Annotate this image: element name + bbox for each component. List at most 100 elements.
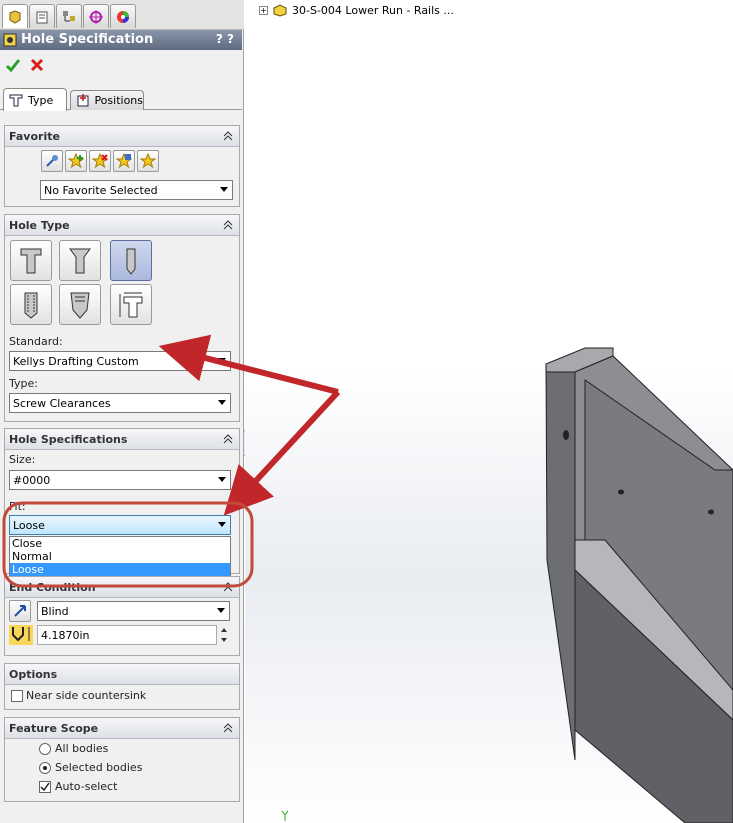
options-group: Options Near side countersink: [4, 663, 240, 710]
hole-type-tab-icon: [9, 94, 23, 107]
checkmark-icon: [5, 59, 21, 73]
help-button[interactable]: ? ?: [216, 32, 234, 46]
hole-type-title: Hole Type: [9, 219, 70, 232]
standard-select[interactable]: Kellys Drafting Custom: [9, 351, 231, 371]
collapse-icon: [223, 723, 233, 733]
feature-scope-header[interactable]: Feature Scope: [5, 718, 239, 739]
fit-option-close[interactable]: Close: [10, 537, 230, 550]
favorite-header[interactable]: Favorite: [5, 126, 239, 147]
chevron-down-icon: [218, 477, 226, 482]
display-manager-tab[interactable]: [110, 4, 136, 28]
selected-bodies-radio[interactable]: [39, 762, 51, 774]
delete-favorite-button[interactable]: [89, 150, 111, 172]
all-bodies-radio[interactable]: [39, 743, 51, 755]
standard-value: Kellys Drafting Custom: [13, 355, 139, 368]
auto-select-label: Auto-select: [55, 780, 118, 793]
configuration-manager-tab[interactable]: [56, 4, 82, 28]
collapse-icon: [223, 131, 233, 141]
counterbore-button[interactable]: [10, 240, 52, 281]
favorite-title: Favorite: [9, 130, 60, 143]
ok-button[interactable]: [4, 56, 22, 74]
depth-icon: [9, 625, 33, 645]
feature-manager-tab[interactable]: [2, 4, 28, 28]
property-manager-tab[interactable]: [29, 4, 55, 28]
size-value: #0000: [13, 474, 51, 487]
hole-wizard-icon: [3, 33, 17, 47]
end-condition-header[interactable]: End Condition: [5, 577, 239, 598]
fit-option-loose[interactable]: Loose: [10, 563, 230, 576]
end-condition-title: End Condition: [9, 581, 96, 594]
close-icon: [30, 58, 44, 72]
property-manager: Hole Specification ? ? Type Positions Fa…: [0, 0, 251, 823]
hole-button[interactable]: [110, 240, 152, 281]
triad-y-icon: [281, 810, 289, 821]
ok-cancel-row: [4, 56, 64, 76]
color-wheel-icon: [117, 10, 129, 23]
legacy-hole-button[interactable]: [110, 284, 152, 325]
chevron-down-icon: [218, 358, 226, 363]
star-add-icon: [68, 153, 84, 169]
near-side-countersink-label: Near side countersink: [26, 689, 147, 702]
apply-defaults-button[interactable]: [41, 150, 63, 172]
hole-specifications-title: Hole Specifications: [9, 433, 128, 446]
chevron-down-icon: [217, 608, 225, 613]
hole-type-header[interactable]: Hole Type: [5, 215, 239, 236]
options-header[interactable]: Options: [5, 664, 239, 685]
tab-type[interactable]: Type: [3, 88, 67, 111]
reverse-direction-button[interactable]: [9, 600, 31, 622]
end-condition-value: Blind: [41, 605, 69, 618]
star-delete-icon: [92, 153, 108, 169]
collapse-icon: [223, 220, 233, 230]
standard-label: Standard:: [9, 335, 63, 348]
end-condition-group: End Condition Blind 4.1870in: [4, 576, 240, 656]
chevron-down-icon: [218, 400, 226, 405]
fit-dropdown-list[interactable]: Close Normal Loose: [9, 536, 231, 576]
expand-icon[interactable]: +: [259, 5, 268, 15]
reverse-direction-icon: [14, 605, 26, 617]
depth-spinner[interactable]: [219, 625, 229, 645]
size-select[interactable]: #0000: [9, 470, 231, 490]
chevron-down-icon: [218, 522, 226, 527]
favorite-select[interactable]: No Favorite Selected: [40, 180, 233, 200]
defaults-icon: [46, 155, 58, 167]
feature-scope-title: Feature Scope: [9, 722, 99, 735]
type-select[interactable]: Screw Clearances: [9, 393, 231, 413]
near-side-countersink-checkbox[interactable]: [11, 690, 23, 702]
dimxpert-manager-tab[interactable]: [83, 4, 109, 28]
tapped-hole-icon: [24, 292, 38, 319]
auto-select-checkbox[interactable]: [39, 781, 51, 793]
end-condition-select[interactable]: Blind: [37, 601, 230, 621]
hole-specifications-header[interactable]: Hole Specifications: [5, 429, 239, 450]
positions-tab-icon: [77, 93, 89, 106]
countersink-button[interactable]: [59, 240, 101, 281]
feature-scope-group: Feature Scope All bodies Selected bodies…: [4, 717, 240, 802]
pipe-tap-button[interactable]: [59, 284, 101, 325]
help-icon: ?: [215, 32, 223, 46]
load-favorite-button[interactable]: [137, 150, 159, 172]
fit-select[interactable]: Loose: [9, 515, 231, 535]
cancel-button[interactable]: [28, 56, 46, 74]
selected-bodies-label: Selected bodies: [55, 761, 143, 774]
panel-tabs: Type Positions: [0, 88, 242, 111]
tab-type-label: Type: [28, 93, 54, 107]
depth-input[interactable]: 4.1870in: [37, 625, 217, 645]
graphics-area[interactable]: [245, 0, 733, 823]
pipe-tap-icon: [70, 292, 90, 319]
add-favorite-button[interactable]: [65, 150, 87, 172]
tab-positions[interactable]: Positions: [70, 90, 144, 110]
crosshair-icon: [89, 9, 103, 24]
feature-tree-icon: [9, 9, 21, 24]
feature-tree-root[interactable]: + 30-S-004 Lower Run - Rails ...: [259, 2, 454, 18]
save-favorite-button[interactable]: [113, 150, 135, 172]
counterbore-icon: [20, 248, 42, 273]
fit-option-normal[interactable]: Normal: [10, 550, 230, 563]
type-value: Screw Clearances: [13, 397, 111, 410]
depth-value: 4.1870in: [41, 629, 90, 642]
countersink-icon: [69, 248, 91, 273]
tap-button[interactable]: [10, 284, 52, 325]
part-icon: [273, 4, 287, 17]
all-bodies-label: All bodies: [55, 742, 109, 755]
help-icon-2: ?: [227, 32, 234, 46]
fit-label: Fit:: [9, 500, 26, 513]
manager-tab-bar: [0, 0, 244, 30]
